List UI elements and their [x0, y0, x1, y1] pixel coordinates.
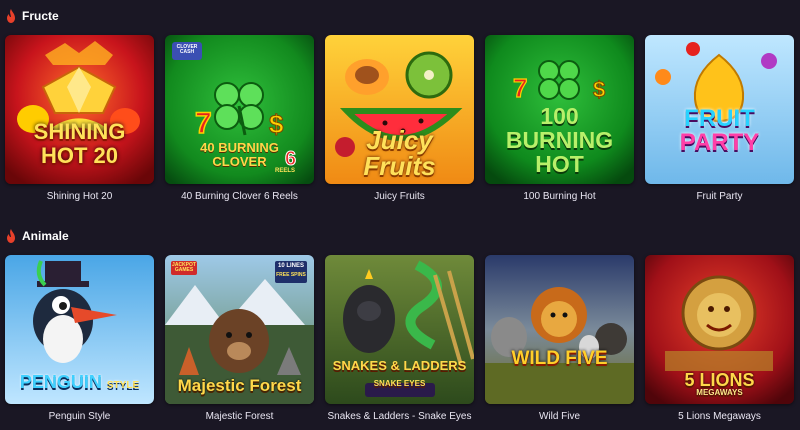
game-name[interactable]: 40 Burning Clover 6 Reels — [165, 191, 314, 202]
section-header: Fructe — [6, 8, 59, 24]
game-card[interactable]: JACKPOT GAMES 10 LINES FREE SPINS Majest… — [165, 255, 314, 422]
flame-icon — [7, 229, 15, 243]
game-card[interactable]: FRUIT PARTY Fruit Party — [645, 35, 794, 202]
game-name[interactable]: Majestic Forest — [165, 411, 314, 422]
game-name[interactable]: Juicy Fruits — [325, 191, 474, 202]
section-header: Animale — [6, 228, 69, 244]
game-card[interactable]: SNAKES & LADDERS SNAKE EYES Snakes & Lad… — [325, 255, 474, 422]
game-thumbnail[interactable]: 5 LIONS MEGAWAYS — [645, 255, 794, 404]
game-name[interactable]: Snakes & Ladders - Snake Eyes — [325, 411, 474, 422]
game-thumbnail[interactable]: WILD FIVE — [485, 255, 634, 404]
game-card[interactable]: WILD FIVE Wild Five — [485, 255, 634, 422]
section-title: Fructe — [22, 9, 59, 23]
game-name[interactable]: Shining Hot 20 — [5, 191, 154, 202]
game-name[interactable]: Fruit Party — [645, 191, 794, 202]
game-thumbnail[interactable]: JACKPOT GAMES 10 LINES FREE SPINS Majest… — [165, 255, 314, 404]
game-card[interactable]: 5 LIONS MEGAWAYS 5 Lions Megaways — [645, 255, 794, 422]
game-thumbnail[interactable]: Juicy Fruits — [325, 35, 474, 184]
game-thumbnail[interactable]: SHINING HOT 20 — [5, 35, 154, 184]
game-thumbnail[interactable]: 7 $ 100 BURNING HOT — [485, 35, 634, 184]
game-card[interactable]: PENGUIN STYLE Penguin Style — [5, 255, 154, 422]
game-name[interactable]: Penguin Style — [5, 411, 154, 422]
section-title: Animale — [22, 229, 69, 243]
game-thumbnail[interactable]: SNAKES & LADDERS SNAKE EYES — [325, 255, 474, 404]
game-card[interactable]: SHINING HOT 20 Shining Hot 20 — [5, 35, 154, 202]
game-thumbnail[interactable]: PENGUIN STYLE — [5, 255, 154, 404]
flame-icon — [7, 9, 15, 23]
game-name[interactable]: Wild Five — [485, 411, 634, 422]
game-card[interactable]: 7 $ 6 CLOVER CASH 40 BURNING CLOVER REEL… — [165, 35, 314, 202]
svg-text:6: 6 — [285, 148, 296, 170]
game-thumbnail[interactable]: FRUIT PARTY — [645, 35, 794, 184]
svg-text:$: $ — [593, 77, 605, 102]
svg-text:7: 7 — [513, 73, 527, 103]
svg-text:$: $ — [269, 109, 284, 139]
game-name[interactable]: 100 Burning Hot — [485, 191, 634, 202]
game-thumbnail[interactable]: 7 $ 6 CLOVER CASH 40 BURNING CLOVER REEL… — [165, 35, 314, 184]
game-card[interactable]: Juicy Fruits Juicy Fruits — [325, 35, 474, 202]
game-card[interactable]: 7 $ 100 BURNING HOT 100 Burning Hot — [485, 35, 634, 202]
game-name[interactable]: 5 Lions Megaways — [645, 411, 794, 422]
svg-text:7: 7 — [195, 107, 212, 140]
